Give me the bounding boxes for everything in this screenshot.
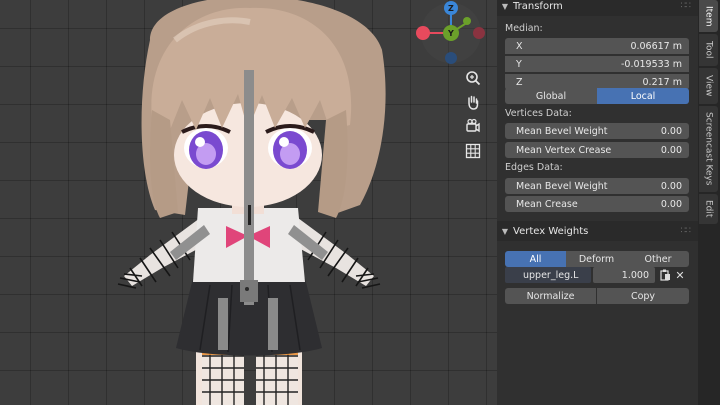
chevron-down-icon: ▼ (501, 226, 509, 236)
vertex-weights-tab-deform[interactable]: Deform (566, 251, 627, 267)
transform-header[interactable]: ▼ Transform ∷∷ (497, 0, 698, 16)
median-x-value: 0.06617 m (630, 40, 682, 52)
mean-vertex-crease-field[interactable]: Mean Vertex Crease 0.00 (505, 142, 689, 158)
chevron-down-icon: ▼ (501, 1, 509, 11)
tab-edit[interactable]: Edit (699, 194, 718, 224)
vertex-mean-bevel-weight-label: Mean Bevel Weight (516, 125, 608, 137)
normalize-button[interactable]: Normalize (505, 288, 596, 304)
mean-vertex-crease-value: 0.00 (660, 144, 682, 156)
median-y-value: -0.019533 m (620, 58, 682, 70)
gizmo-x-handle[interactable] (416, 26, 430, 40)
vertex-weights-header[interactable]: ▼ Vertex Weights ∷∷ (497, 221, 698, 241)
tab-item[interactable]: Item (699, 0, 718, 32)
tab-view-label: View (703, 75, 714, 97)
hand-icon[interactable] (462, 91, 484, 113)
vertex-group-name[interactable]: upper_leg.L (505, 267, 591, 283)
median-y-label: Y (516, 58, 522, 70)
sidebar-tabs: Item Tool View Screencast Keys Edit (698, 0, 720, 405)
vertex-mean-bevel-weight-field[interactable]: Mean Bevel Weight 0.00 (505, 123, 689, 139)
copy-button[interactable]: Copy (597, 288, 689, 304)
median-z-label: Z (516, 76, 523, 88)
tab-view[interactable]: View (699, 68, 718, 104)
edges-data-label: Edges Data: (505, 162, 563, 173)
edge-mean-bevel-weight-value: 0.00 (660, 180, 682, 192)
gizmo-z-label: Z (448, 4, 454, 13)
mean-crease-value: 0.00 (660, 198, 682, 210)
grid-icon[interactable] (462, 140, 484, 162)
navigation-gizmo[interactable]: Z Y (416, 1, 485, 64)
vertex-group-row: upper_leg.L 1.000 ✕ (505, 267, 689, 283)
vertex-weights-title: Vertex Weights (513, 225, 589, 237)
mean-crease-label: Mean Crease (516, 198, 578, 210)
median-y-field[interactable]: Y -0.019533 m (505, 56, 689, 72)
local-toggle[interactable]: Local (597, 88, 689, 104)
drag-handle-icon[interactable]: ∷∷ (681, 1, 692, 11)
vertex-weights-tab-all[interactable]: All (505, 251, 566, 267)
global-toggle[interactable]: Global (505, 88, 597, 104)
tab-tool[interactable]: Tool (699, 34, 718, 66)
camera-icon[interactable] (462, 115, 484, 137)
vertex-group-weight-field[interactable]: 1.000 (593, 267, 655, 283)
mean-crease-field[interactable]: Mean Crease 0.00 (505, 196, 689, 212)
tab-tool-label: Tool (703, 41, 714, 59)
zoom-icon[interactable] (462, 67, 484, 89)
3d-viewport[interactable]: Z Y (0, 0, 497, 405)
tab-screencast-keys[interactable]: Screencast Keys (699, 106, 718, 192)
character-model: Z Y (117, 0, 485, 405)
tab-item-label: Item (703, 5, 714, 27)
median-z-value: 0.217 m (642, 76, 682, 88)
edge-mean-bevel-weight-field[interactable]: Mean Bevel Weight 0.00 (505, 178, 689, 194)
mean-vertex-crease-label: Mean Vertex Crease (516, 144, 612, 156)
paste-icon[interactable] (657, 267, 673, 283)
vertex-weights-tab-other[interactable]: Other (627, 251, 689, 267)
vertices-data-label: Vertices Data: (505, 108, 572, 119)
median-x-field[interactable]: X 0.06617 m (505, 38, 689, 54)
transform-title: Transform (513, 0, 563, 12)
edge-mean-bevel-weight-label: Mean Bevel Weight (516, 180, 608, 192)
sidebar-panel: ▼ Transform ∷∷ Median: X 0.06617 m Y -0.… (497, 0, 698, 405)
gizmo-y-label: Y (447, 29, 454, 38)
close-icon[interactable]: ✕ (673, 267, 687, 283)
drag-handle-icon[interactable]: ∷∷ (681, 226, 692, 236)
tab-edit-label: Edit (703, 200, 714, 218)
vertex-mean-bevel-weight-value: 0.00 (660, 125, 682, 137)
median-label: Median: (505, 23, 543, 34)
tab-screencast-keys-label: Screencast Keys (703, 112, 714, 186)
median-x-label: X (516, 40, 523, 52)
